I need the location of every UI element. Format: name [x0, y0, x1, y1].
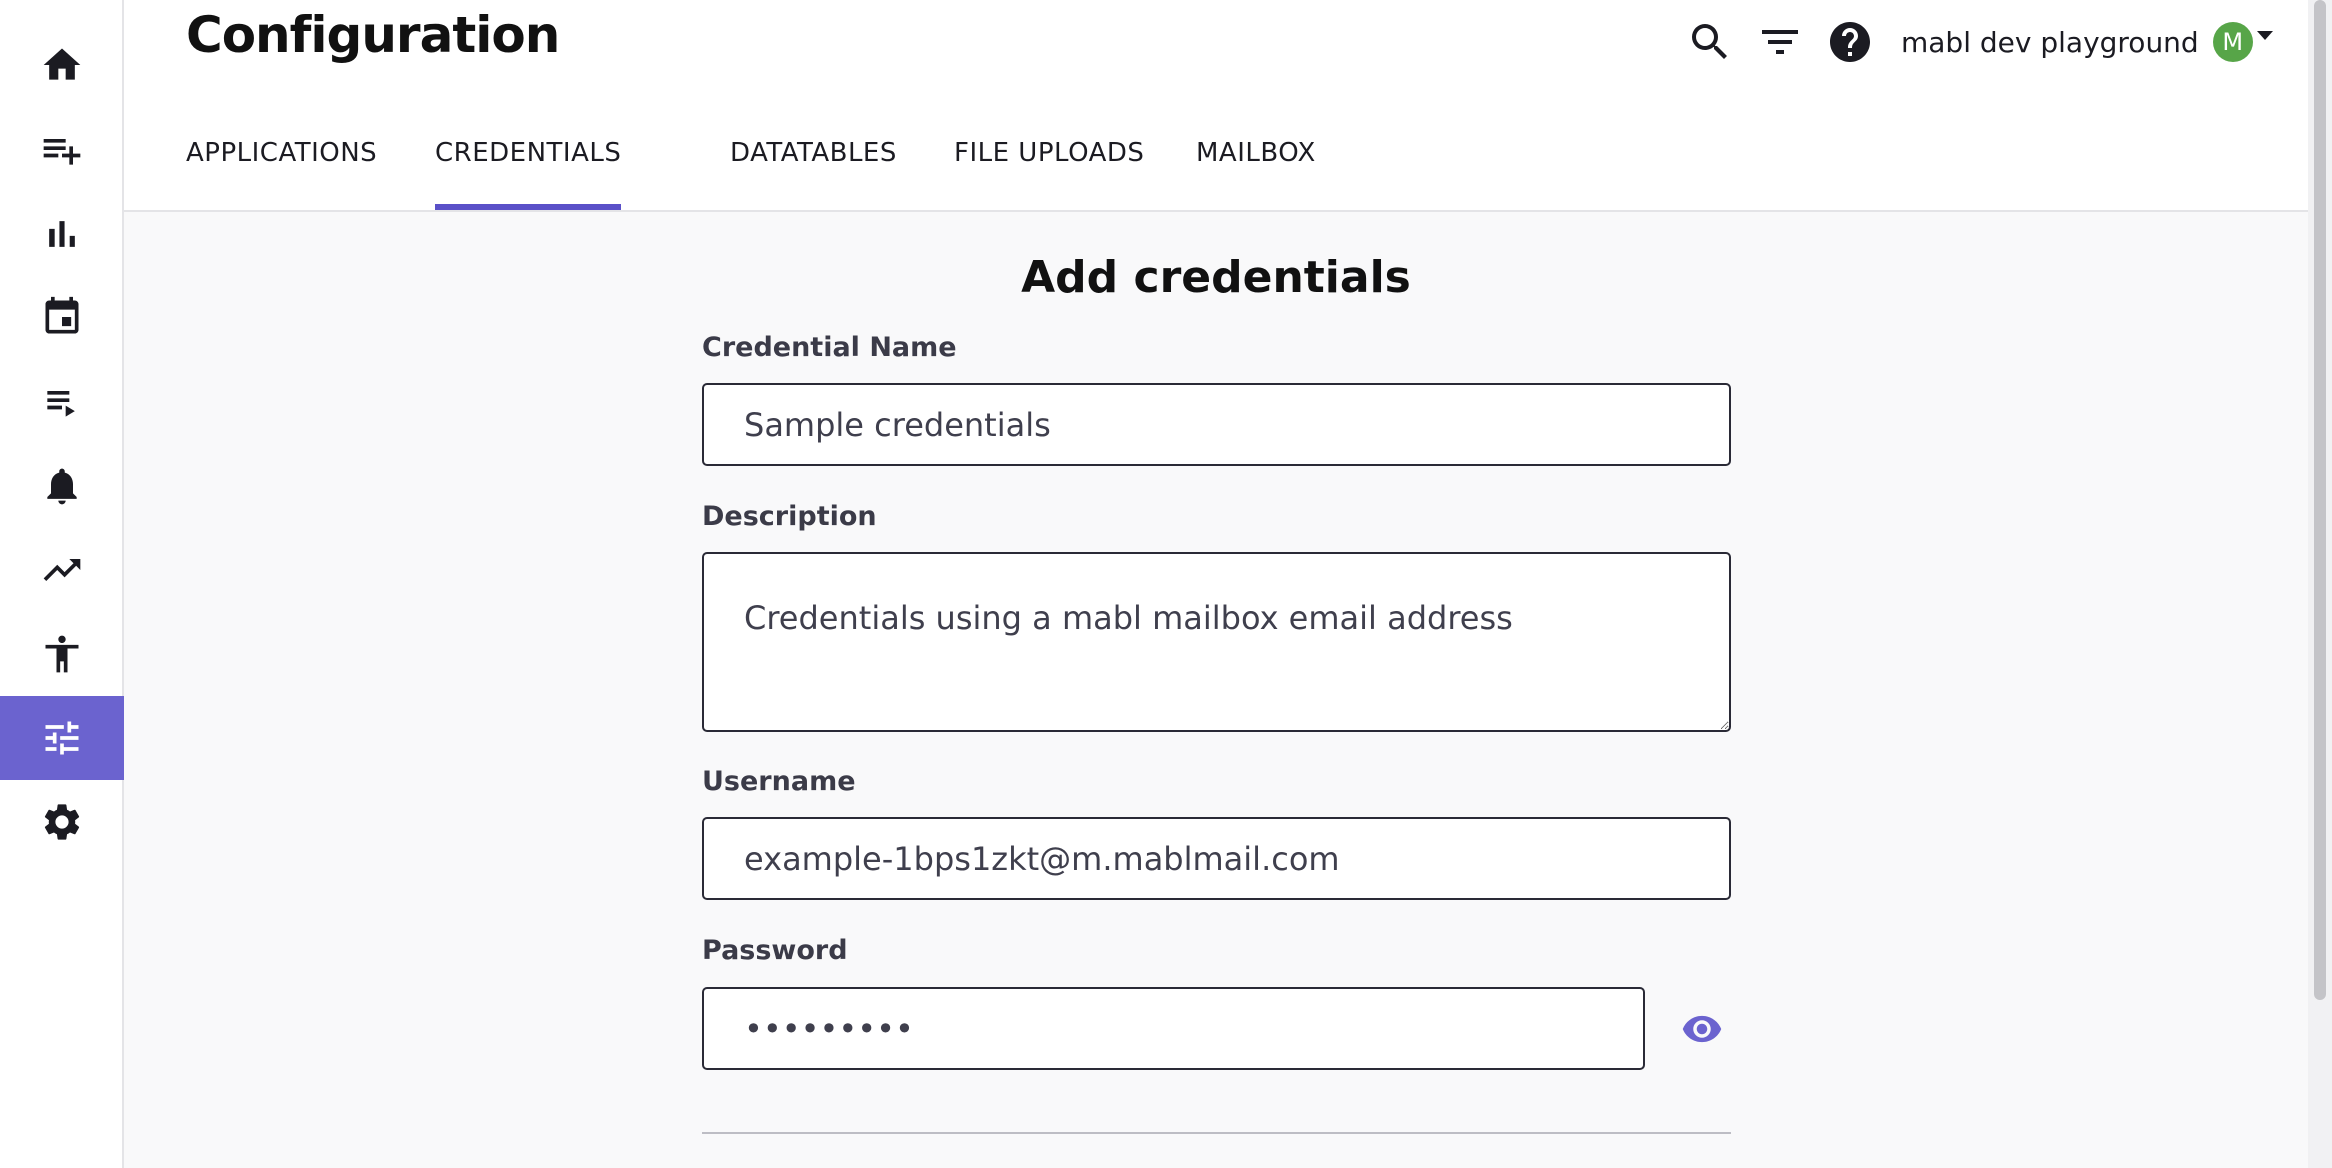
- avatar: M: [2212, 22, 2253, 62]
- tune-icon: [45, 721, 79, 755]
- show-password-button[interactable]: [1680, 1011, 1724, 1047]
- sidebar-item-home[interactable]: [0, 23, 124, 107]
- playlist-add-icon: [43, 139, 81, 165]
- gear-icon: [44, 804, 80, 840]
- sidebar-item-schedule[interactable]: [0, 275, 124, 359]
- tab-file-uploads[interactable]: FILE UPLOADS: [954, 120, 1144, 210]
- page-scrollbar[interactable]: [2308, 0, 2332, 1168]
- help-icon: [1830, 22, 1870, 62]
- help-button[interactable]: [1826, 18, 1874, 66]
- page-title: Configuration: [186, 6, 560, 64]
- form-divider: [702, 1132, 1731, 1134]
- bar-chart-icon: [49, 221, 75, 247]
- tab-credentials[interactable]: CREDENTIALS: [435, 120, 622, 210]
- eye-icon: [1682, 1015, 1722, 1043]
- tab-applications[interactable]: APPLICATIONS: [186, 120, 377, 210]
- sidebar-item-plans[interactable]: [0, 360, 124, 444]
- sidebar-item-configuration[interactable]: [0, 696, 124, 780]
- description-label: Description: [702, 501, 877, 532]
- page-header: Configuration mabl dev playground M APPL…: [124, 0, 2308, 212]
- sidebar-item-notifications[interactable]: [0, 444, 124, 528]
- chevron-down-icon: [2256, 30, 2273, 40]
- accessibility-icon: [45, 635, 79, 673]
- username-input[interactable]: [702, 817, 1731, 900]
- filter-button[interactable]: [1756, 18, 1804, 66]
- playlist-play-icon: [47, 391, 75, 417]
- credential-name-label: Credential Name: [702, 332, 957, 363]
- search-icon: [1692, 24, 1727, 59]
- search-button[interactable]: [1686, 18, 1734, 66]
- workspace-switcher[interactable]: mabl dev playground M: [1901, 20, 2273, 64]
- sidebar-item-accessibility[interactable]: [0, 612, 124, 696]
- calendar-icon: [45, 296, 79, 334]
- sidebar-item-insights[interactable]: [0, 528, 124, 612]
- tab-datatables[interactable]: DATATABLES: [730, 120, 897, 210]
- tab-mailbox[interactable]: MAILBOX: [1196, 120, 1316, 210]
- credential-name-input[interactable]: [702, 383, 1731, 466]
- sidebar-item-settings[interactable]: [0, 780, 124, 864]
- bell-icon: [47, 468, 77, 505]
- username-label: Username: [702, 766, 856, 797]
- sidebar-item-results[interactable]: [0, 192, 124, 276]
- password-input[interactable]: [702, 987, 1645, 1070]
- scrollbar-thumb[interactable]: [2314, 0, 2326, 1000]
- sidebar-nav: [0, 0, 124, 1168]
- filter-icon: [1762, 30, 1798, 54]
- password-label: Password: [702, 935, 848, 966]
- description-textarea[interactable]: [702, 552, 1731, 732]
- sidebar-item-create[interactable]: [0, 108, 124, 192]
- trending-up-icon: [43, 559, 81, 581]
- workspace-name: mabl dev playground: [1901, 25, 2199, 59]
- form-title: Add credentials: [1021, 252, 1411, 303]
- home-icon: [43, 48, 81, 80]
